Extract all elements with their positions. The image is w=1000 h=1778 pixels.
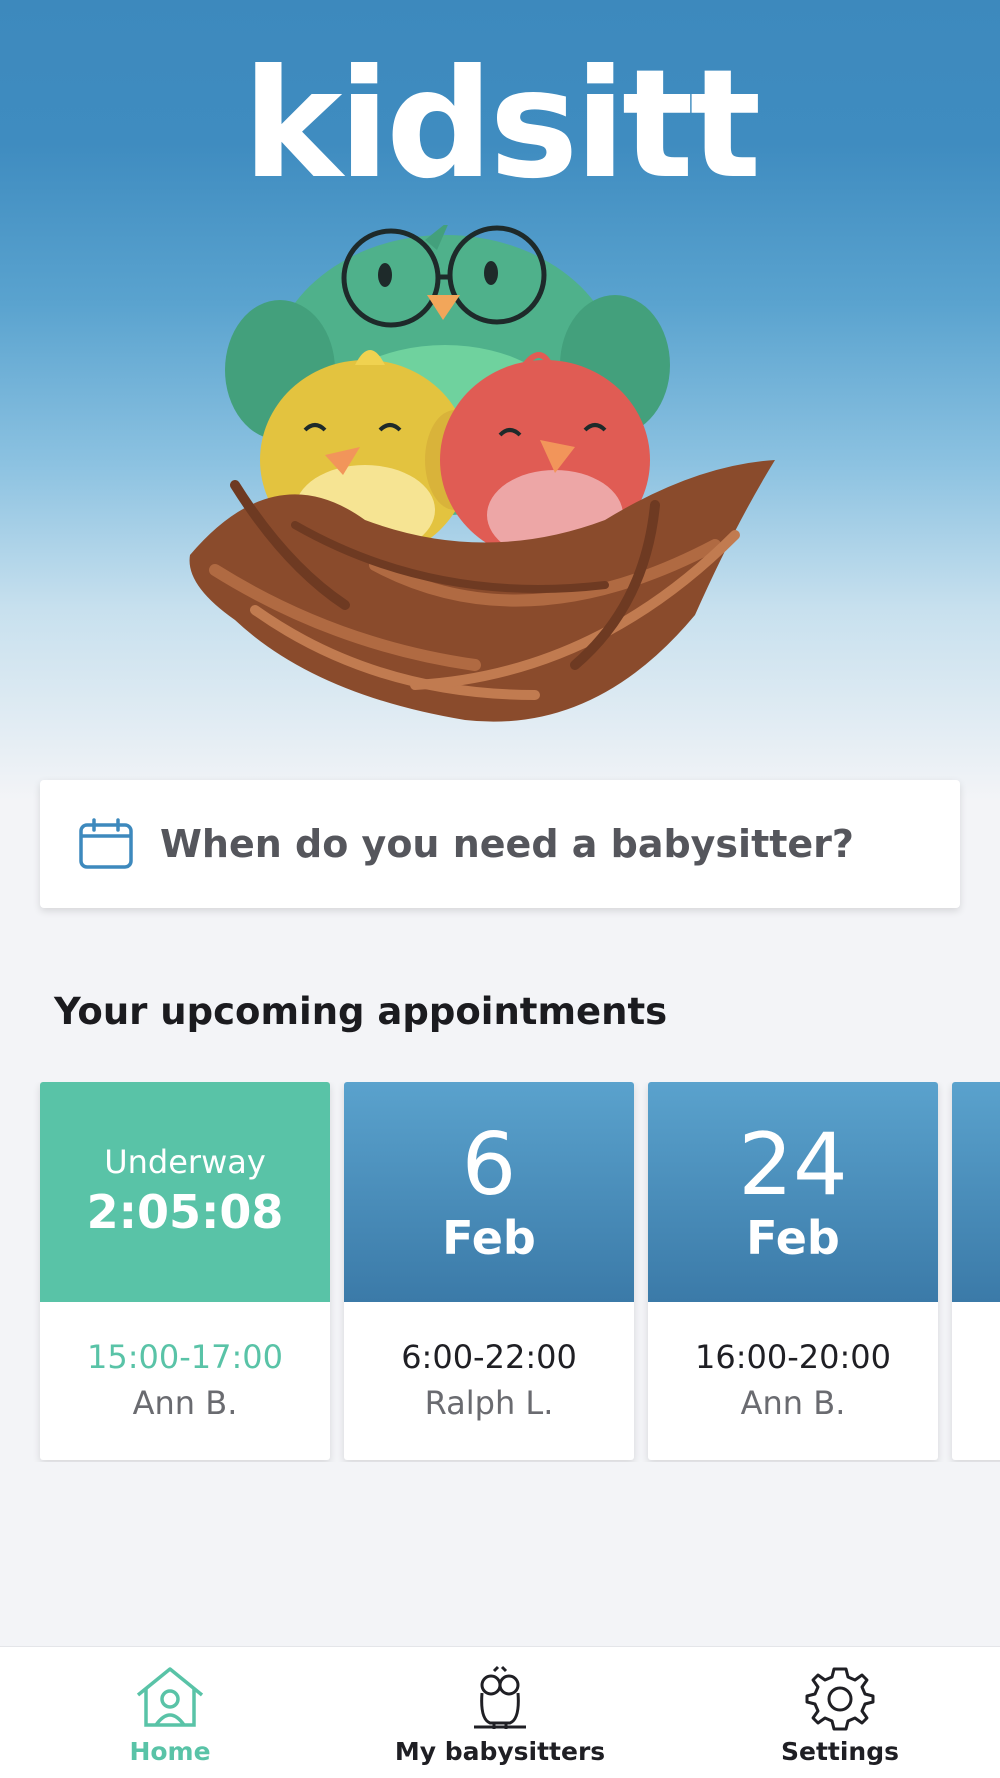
birds-nest-illustration (189, 225, 775, 722)
appointment-card-underway[interactable]: Underway 2:05:08 15:00-17:00 Ann B. (40, 1082, 330, 1460)
app-logo: kidsitt (242, 38, 762, 212)
tab-home-label: Home (129, 1737, 211, 1766)
appointment-time: 6:00-22:00 (401, 1338, 577, 1376)
babysitter-search-button[interactable]: When do you need a babysitter? (40, 780, 960, 908)
appointment-day: 6 (461, 1115, 517, 1215)
appointment-sitter: Ann B. (132, 1384, 238, 1422)
appointment-time: 16:00-20:00 (695, 1338, 891, 1376)
appointment-header: Underway 2:05:08 (40, 1082, 330, 1302)
appointment-card[interactable]: 6 Feb 6:00-22:00 Ralph L. (344, 1082, 634, 1460)
appointment-header: 6 Feb (344, 1082, 634, 1302)
appointment-day: 24 (738, 1115, 848, 1215)
home-icon (136, 1667, 204, 1727)
bottom-tab-bar: Home My babysitters Settings (0, 1646, 1000, 1778)
tab-home[interactable]: Home (110, 1647, 230, 1778)
appointment-card[interactable]: 24 Feb 16:00-20:00 Ann B. (648, 1082, 938, 1460)
tab-settings-label: Settings (780, 1737, 899, 1766)
appointment-status: Underway (104, 1143, 266, 1181)
search-prompt-text: When do you need a babysitter? (160, 822, 854, 866)
upcoming-appointments-title: Your upcoming appointments (54, 990, 668, 1033)
appointments-carousel[interactable]: Underway 2:05:08 15:00-17:00 Ann B. 6 Fe… (0, 1082, 1000, 1462)
appointment-month: Feb (442, 1211, 536, 1265)
appointment-month: Feb (746, 1211, 840, 1265)
hero-banner: kidsitt (0, 0, 1000, 800)
appointment-sitter: Ralph L. (424, 1384, 554, 1422)
appointment-time: 15:00-17:00 (87, 1338, 283, 1376)
appointment-header (952, 1082, 1000, 1302)
gear-icon (805, 1667, 875, 1731)
tab-my-babysitters-label: My babysitters (394, 1737, 606, 1766)
appointment-timer: 2:05:08 (86, 1185, 284, 1239)
owl-icon (474, 1665, 526, 1729)
tab-settings[interactable]: Settings (770, 1647, 910, 1778)
appointment-sitter: Ann B. (740, 1384, 846, 1422)
appointment-header: 24 Feb (648, 1082, 938, 1302)
calendar-icon (79, 818, 133, 869)
appointment-card-partial[interactable] (952, 1082, 1000, 1460)
tab-my-babysitters[interactable]: My babysitters (390, 1647, 610, 1778)
